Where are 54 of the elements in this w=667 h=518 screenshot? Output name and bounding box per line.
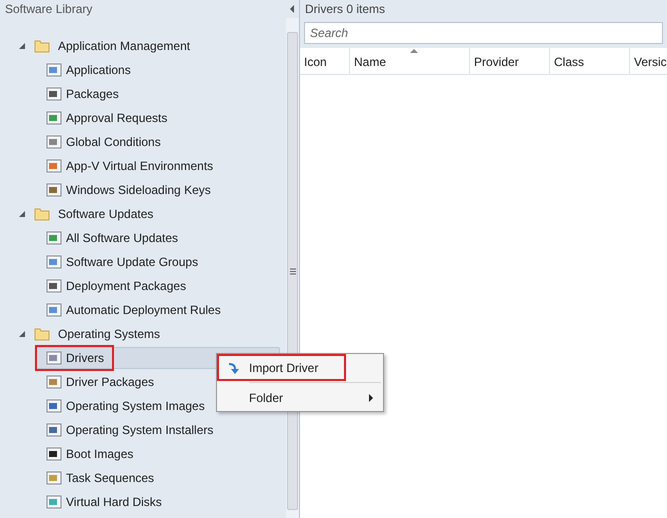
tree-item[interactable]: Operating System Installers — [35, 419, 280, 441]
item-icon — [46, 62, 62, 78]
tree-item[interactable]: Automatic Deployment Rules — [35, 299, 280, 321]
tree-item[interactable]: Task Sequences — [35, 467, 280, 489]
tree-item[interactable]: Software Update Groups — [35, 251, 280, 273]
expand-arrow-icon[interactable] — [18, 42, 26, 50]
tree-item[interactable]: Packages — [35, 83, 280, 105]
item-icon — [46, 446, 62, 462]
column-header[interactable]: Name — [350, 48, 470, 74]
tree-item[interactable]: All Software Updates — [35, 227, 280, 249]
tree-item[interactable]: Virtual Hard Disks — [35, 491, 280, 513]
collapse-icon[interactable] — [288, 5, 294, 13]
item-icon — [46, 350, 62, 366]
expand-arrow-icon[interactable] — [18, 210, 26, 218]
submenu-arrow-icon — [369, 394, 373, 402]
tree-folder[interactable]: Software Updates — [58, 205, 154, 223]
folder-icon — [34, 327, 50, 341]
item-icon — [46, 302, 62, 318]
column-header[interactable]: Versic — [630, 48, 667, 74]
tree-item[interactable]: Global Conditions — [35, 131, 280, 153]
tree-item[interactable]: Approval Requests — [35, 107, 280, 129]
grip-icon — [290, 268, 296, 274]
item-icon — [46, 422, 62, 438]
item-icon — [46, 494, 62, 510]
column-header[interactable]: Provider — [470, 48, 550, 74]
expand-arrow-icon[interactable] — [18, 330, 26, 338]
tree-item[interactable]: Deployment Packages — [35, 275, 280, 297]
tree-folder[interactable]: Operating Systems — [58, 325, 160, 343]
sort-arrow-icon — [410, 49, 418, 53]
item-icon — [46, 230, 62, 246]
item-icon — [46, 134, 62, 150]
folder-icon — [34, 39, 50, 53]
pane-title: Software Library — [5, 1, 92, 18]
item-icon — [46, 158, 62, 174]
tree-item[interactable]: Applications — [35, 59, 280, 81]
tree-item[interactable]: App-V Virtual Environments — [35, 155, 280, 177]
item-icon — [46, 110, 62, 126]
column-header[interactable]: Class — [550, 48, 630, 74]
item-icon — [46, 398, 62, 414]
search-field[interactable]: Search — [304, 22, 663, 44]
item-icon — [46, 374, 62, 390]
item-icon — [46, 278, 62, 294]
import-arrow-icon — [227, 360, 241, 374]
item-icon — [46, 254, 62, 270]
menu-item[interactable]: Folder — [219, 386, 381, 409]
tree-item[interactable]: Windows Sideloading Keys — [35, 179, 280, 201]
column-header[interactable]: Icon — [300, 48, 350, 74]
item-icon — [46, 470, 62, 486]
folder-icon — [34, 207, 50, 221]
item-icon — [46, 182, 62, 198]
tree-folder[interactable]: Application Management — [58, 37, 190, 55]
tree-item[interactable]: Boot Images — [35, 443, 280, 465]
content-title: Drivers 0 items — [305, 1, 386, 18]
item-icon — [46, 86, 62, 102]
